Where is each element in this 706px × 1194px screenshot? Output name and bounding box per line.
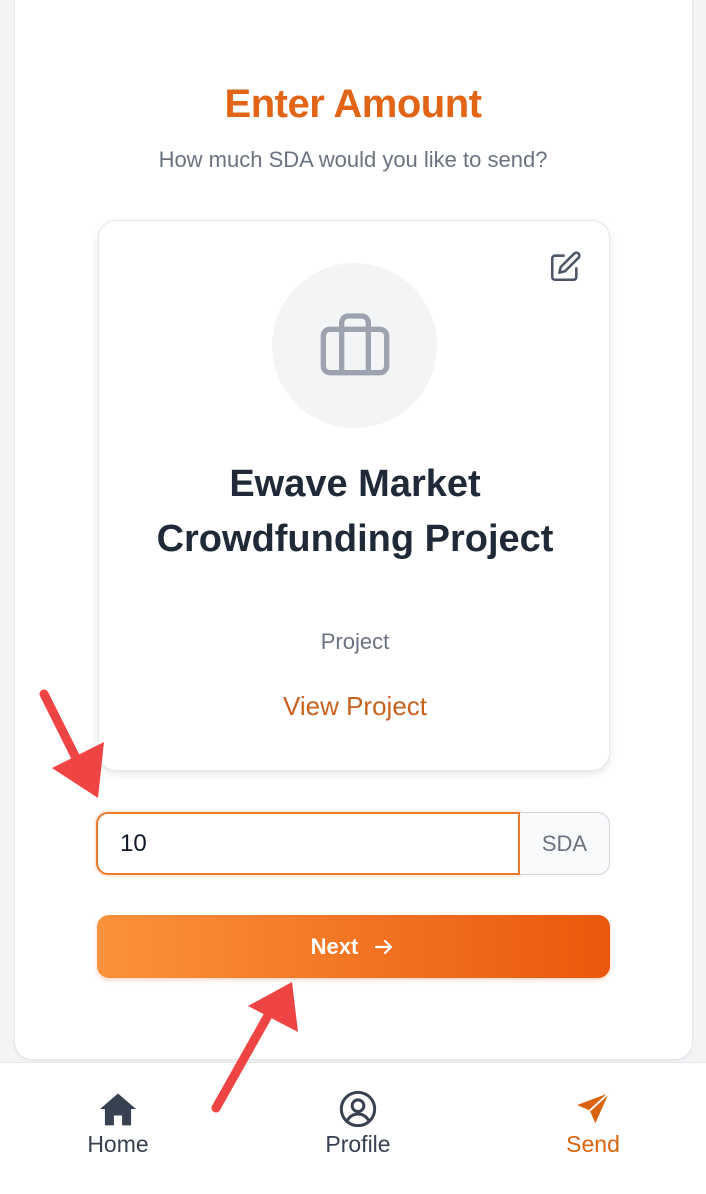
currency-unit-label: SDA	[520, 812, 610, 875]
next-button[interactable]: Next	[97, 915, 610, 978]
amount-input[interactable]	[96, 812, 520, 875]
nav-label-profile: Profile	[325, 1131, 391, 1157]
nav-item-profile[interactable]: Profile	[278, 1089, 438, 1158]
recipient-card: Ewave Market Crowdfunding Project Projec…	[98, 220, 610, 771]
paper-plane-icon	[577, 1092, 610, 1124]
nav-label-send: Send	[566, 1131, 620, 1157]
briefcase-icon	[320, 312, 389, 375]
send-amount-screen: Enter Amount How much SDA would you like…	[0, 0, 706, 1194]
view-project-link[interactable]: View Project	[99, 691, 611, 722]
user-circle-icon	[339, 1090, 377, 1128]
pencil-square-icon	[550, 251, 581, 282]
project-avatar	[272, 263, 437, 428]
page-subtitle: How much SDA would you like to send?	[158, 147, 548, 172]
amount-input-group: SDA	[96, 812, 610, 875]
project-type-label: Project	[320, 629, 390, 654]
project-name: Ewave Market Crowdfunding Project	[156, 463, 554, 560]
nav-item-send[interactable]: Send	[513, 1089, 673, 1158]
home-icon	[100, 1093, 136, 1126]
next-button-label: Next	[310, 933, 359, 959]
arrow-right-icon	[375, 939, 393, 954]
bottom-navigation: Home Profile Send	[0, 1062, 706, 1194]
page-title: Enter Amount	[224, 82, 482, 126]
nav-item-home[interactable]: Home	[38, 1089, 198, 1158]
nav-label-home: Home	[87, 1131, 149, 1157]
edit-recipient-button[interactable]	[547, 249, 583, 285]
